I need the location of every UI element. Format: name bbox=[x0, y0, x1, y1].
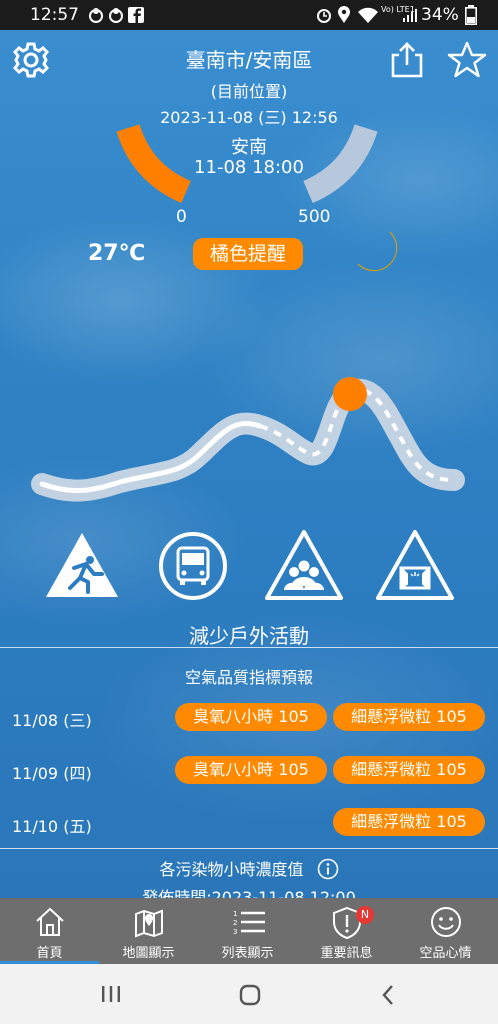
nav-list[interactable]: 1 2 3 列表顯示 bbox=[198, 898, 297, 964]
nav-mood-label: 空品心情 bbox=[419, 946, 472, 961]
bus-transit-icon bbox=[159, 532, 227, 600]
group-people-warning-icon bbox=[265, 530, 343, 600]
moon-icon bbox=[357, 231, 398, 272]
aqi-trend-graphic bbox=[31, 377, 465, 502]
nav-alerts-badge: N bbox=[356, 906, 374, 924]
status-time: 12:57 bbox=[30, 5, 79, 25]
forecast-badge-ozone-1[interactable]: 臭氧八小時 105 bbox=[175, 703, 327, 731]
notification-icon bbox=[89, 8, 103, 23]
bottom-nav: 首頁 地圖顯示 1 2 3 列表顯示 N 重要訊息 空品心情 bbox=[0, 898, 498, 964]
wifi-icon bbox=[358, 7, 378, 23]
info-icon[interactable] bbox=[317, 858, 339, 880]
nav-home[interactable]: 首頁 bbox=[0, 898, 99, 964]
divider-top bbox=[0, 647, 498, 648]
favorite-star-icon[interactable] bbox=[447, 40, 487, 80]
station-time: 11-08 18:00 bbox=[194, 157, 304, 178]
location-icon bbox=[338, 6, 350, 23]
home-icon bbox=[36, 907, 64, 936]
location-title: 臺南市/安南區 bbox=[185, 48, 313, 72]
nav-mood[interactable]: 空品心情 bbox=[396, 898, 495, 964]
status-bar: 12:57 Vo) LTE1 34% bbox=[0, 0, 498, 30]
nav-home-label: 首頁 bbox=[36, 946, 63, 961]
forecast-badge-ozone-2[interactable]: 臭氧八小時 105 bbox=[175, 756, 327, 784]
station-name: 安南 bbox=[231, 137, 267, 158]
signal-icon bbox=[403, 9, 417, 22]
location-note: (目前位置) bbox=[210, 82, 288, 101]
nav-map-label: 地圖顯示 bbox=[122, 946, 175, 961]
svg-text:3: 3 bbox=[233, 928, 237, 936]
svg-text:2: 2 bbox=[233, 919, 237, 927]
svg-text:1: 1 bbox=[233, 910, 237, 918]
alert-badge[interactable]: 橘色提醒 bbox=[193, 238, 303, 270]
nav-alerts[interactable]: N 重要訊息 bbox=[297, 898, 396, 964]
share-icon[interactable] bbox=[390, 41, 424, 79]
system-nav-bar bbox=[0, 964, 498, 1024]
alarm-icon bbox=[317, 9, 331, 23]
battery-percent: 34% bbox=[421, 5, 459, 25]
pollutant-header: 各污染物小時濃度值 bbox=[0, 856, 498, 880]
pollutant-title: 各污染物小時濃度值 bbox=[159, 860, 304, 879]
forecast-title: 空氣品質指標預報 bbox=[184, 668, 313, 687]
facebook-icon bbox=[128, 7, 144, 23]
forecast-date-1: 11/08 (三) bbox=[12, 711, 92, 730]
forecast-date-3: 11/10 (五) bbox=[12, 817, 92, 836]
temperature: 27℃ bbox=[88, 241, 146, 266]
gauge-min-label: 0 bbox=[176, 207, 187, 227]
nav-list-label: 列表顯示 bbox=[221, 946, 274, 961]
window-warning-icon bbox=[376, 530, 454, 600]
back-icon[interactable] bbox=[380, 984, 396, 1006]
battery-icon bbox=[465, 5, 477, 25]
advice-text: 減少戶外活動 bbox=[189, 624, 309, 648]
nav-alerts-label: 重要訊息 bbox=[320, 946, 373, 961]
forecast-badge-pm25-3[interactable]: 細懸浮微粒 105 bbox=[333, 808, 485, 836]
map-icon bbox=[135, 909, 163, 938]
forecast-badge-pm25-2[interactable]: 細懸浮微粒 105 bbox=[333, 756, 485, 784]
settings-gear-icon[interactable] bbox=[12, 41, 50, 79]
warning-running-icon bbox=[46, 533, 118, 597]
notification-icon-2 bbox=[109, 8, 123, 23]
nav-map[interactable]: 地圖顯示 bbox=[99, 898, 198, 964]
divider-bottom bbox=[0, 848, 498, 849]
gauge-max-label: 500 bbox=[298, 207, 331, 227]
recent-apps-icon[interactable] bbox=[100, 984, 122, 1004]
home-button-icon[interactable] bbox=[238, 984, 262, 1006]
forecast-date-2: 11/09 (四) bbox=[12, 764, 92, 783]
forecast-badge-pm25-1[interactable]: 細懸浮微粒 105 bbox=[333, 703, 485, 731]
smiley-icon bbox=[431, 907, 461, 937]
list-icon: 1 2 3 bbox=[233, 910, 265, 936]
current-aqi-marker bbox=[333, 377, 367, 411]
